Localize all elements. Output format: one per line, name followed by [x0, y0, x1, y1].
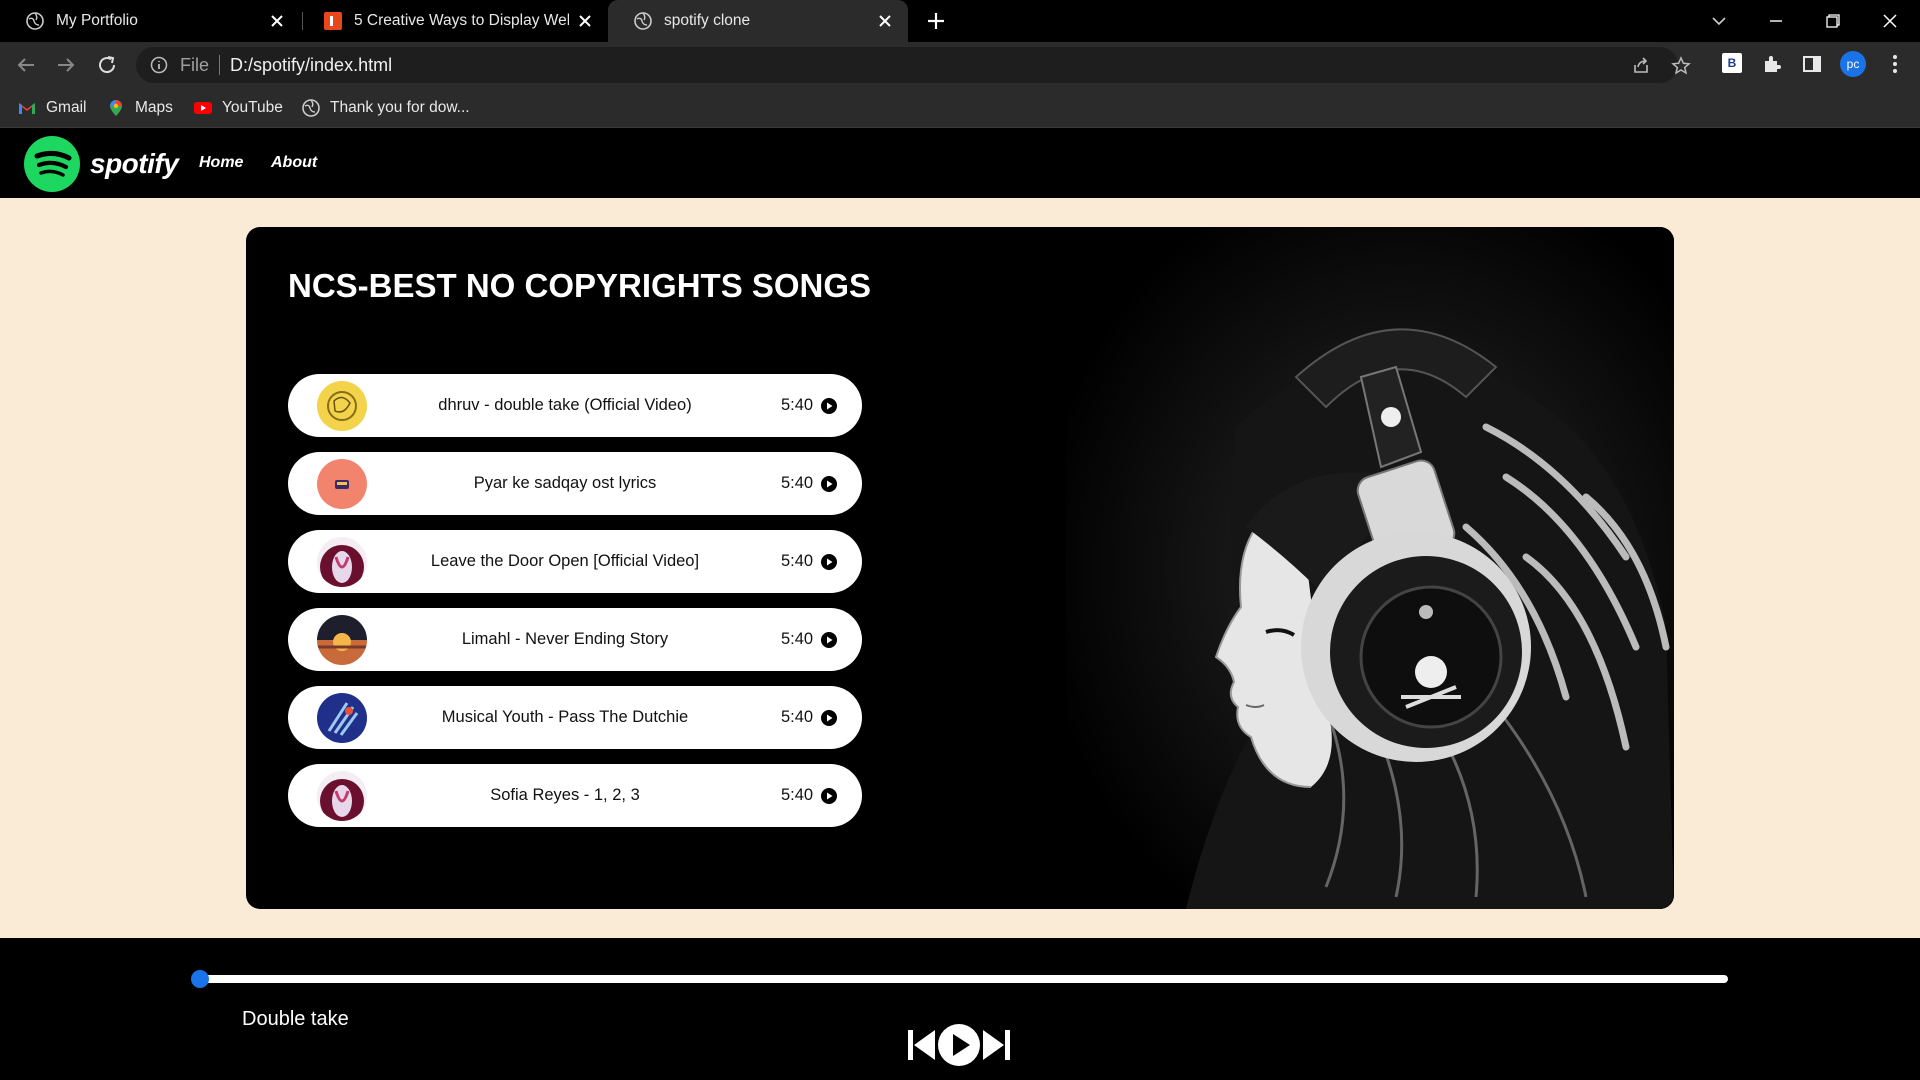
close-window-icon[interactable]	[1877, 8, 1903, 34]
page-title: NCS-BEST NO COPYRIGHTS SONGS	[288, 267, 872, 304]
extension-b-icon[interactable]: B	[1722, 53, 1742, 73]
youtube-icon	[194, 102, 212, 114]
play-button-icon[interactable]	[937, 1023, 981, 1067]
minimize-icon[interactable]	[1763, 8, 1789, 34]
browser-toolbar: File D:/spotify/index.html B pc	[0, 42, 1920, 88]
next-track-icon[interactable]	[982, 1028, 1010, 1062]
play-circle-icon[interactable]	[821, 398, 837, 414]
new-tab-icon[interactable]	[925, 10, 947, 32]
song-cover-image	[317, 537, 367, 587]
globe-icon	[302, 99, 320, 117]
extensions-puzzle-icon[interactable]	[1761, 53, 1783, 75]
play-circle-icon[interactable]	[821, 788, 837, 804]
song-list: dhruv - double take (Official Video) 5:4…	[288, 374, 862, 842]
globe-icon	[26, 12, 44, 30]
page-viewport: spotify Home About NCS-BEST NO COPYRIGHT…	[0, 129, 1920, 1080]
nav-home-link[interactable]: Home	[199, 154, 243, 172]
song-title: dhruv - double take (Official Video)	[438, 396, 692, 414]
bookmark-thank-you[interactable]: Thank you for dow...	[302, 97, 470, 119]
song-cover-image	[317, 771, 367, 821]
address-bar[interactable]: File D:/spotify/index.html	[136, 47, 1691, 83]
forward-icon[interactable]	[54, 53, 78, 77]
url-text[interactable]: D:/spotify/index.html	[230, 55, 392, 76]
song-duration: 5:40	[781, 708, 814, 726]
headphones-background-image	[1066, 227, 1674, 909]
song-duration: 5:40	[781, 786, 814, 804]
close-tab-icon[interactable]	[876, 12, 894, 30]
bookmark-label: Gmail	[46, 99, 87, 116]
progress-handle[interactable]	[191, 970, 209, 988]
tab-strip: My Portfolio 5 Creative Ways to Display …	[0, 0, 1920, 42]
maps-icon	[110, 100, 122, 116]
spotify-logo-icon	[24, 136, 80, 192]
song-duration: 5:40	[781, 552, 814, 570]
tab-spotify-clone[interactable]: spotify clone	[608, 0, 908, 42]
bookmark-maps[interactable]: Maps	[107, 97, 173, 119]
bookmark-gmail[interactable]: Gmail	[18, 97, 86, 119]
tab-creative-ways[interactable]: 5 Creative Ways to Display Web D	[298, 0, 608, 42]
song-cover-image	[317, 459, 367, 509]
song-cover-image	[317, 693, 367, 743]
site-navbar: spotify Home About	[0, 129, 1920, 198]
song-cover-image	[317, 615, 367, 665]
nav-about-link[interactable]: About	[271, 154, 317, 172]
previous-track-icon[interactable]	[908, 1028, 936, 1062]
gmail-icon	[19, 103, 35, 114]
bookmark-star-icon[interactable]	[1671, 56, 1691, 76]
song-item[interactable]: Pyar ke sadqay ost lyrics 5:40	[288, 452, 862, 515]
brand-wordmark: spotify	[90, 148, 179, 179]
tab-title: spotify clone	[664, 12, 751, 29]
song-duration: 5:40	[781, 474, 814, 492]
tab-title: My Portfolio	[56, 12, 138, 29]
song-title: Limahl - Never Ending Story	[461, 630, 669, 648]
side-panel-icon[interactable]	[1801, 53, 1823, 75]
tab-search-chevron-icon[interactable]	[1706, 8, 1732, 34]
site-favicon-icon	[324, 12, 342, 30]
play-circle-icon[interactable]	[821, 632, 837, 648]
song-title: Musical Youth - Pass The Dutchie	[441, 708, 689, 726]
menu-kebab-icon[interactable]	[1884, 53, 1906, 75]
scheme-label: File	[180, 54, 210, 75]
song-duration: 5:40	[781, 630, 814, 648]
play-circle-icon[interactable]	[821, 476, 837, 492]
bookmark-label: Thank you for dow...	[330, 99, 470, 116]
play-circle-icon[interactable]	[821, 710, 837, 726]
globe-icon	[634, 12, 652, 30]
progress-slider[interactable]	[200, 975, 1728, 983]
reload-icon[interactable]	[95, 53, 119, 77]
bookmark-label: YouTube	[222, 99, 283, 116]
song-cover-image	[317, 381, 367, 431]
share-icon[interactable]	[1631, 56, 1651, 76]
tab-title: 5 Creative Ways to Display Web D	[354, 12, 569, 29]
bookmarks-bar: Gmail Maps YouTube Thank you for dow...	[0, 88, 1920, 128]
restore-icon[interactable]	[1820, 8, 1846, 34]
song-duration: 5:40	[781, 396, 814, 414]
spotify-logo[interactable]: spotify	[24, 136, 179, 192]
song-title: Leave the Door Open [Official Video]	[430, 552, 700, 570]
now-playing-title: Double take	[242, 1008, 349, 1030]
profile-avatar[interactable]: pc	[1840, 51, 1866, 77]
close-tab-icon[interactable]	[268, 12, 286, 30]
bookmark-label: Maps	[135, 99, 173, 116]
song-title: Sofia Reyes - 1, 2, 3	[490, 786, 640, 804]
address-divider	[219, 55, 221, 75]
bookmark-youtube[interactable]: YouTube	[194, 97, 283, 119]
player-bar: Double take	[0, 938, 1920, 1080]
song-item[interactable]: Sofia Reyes - 1, 2, 3 5:40	[288, 764, 862, 827]
back-icon[interactable]	[14, 53, 38, 77]
song-item[interactable]: Musical Youth - Pass The Dutchie 5:40	[288, 686, 862, 749]
tab-my-portfolio[interactable]: My Portfolio	[0, 0, 300, 42]
play-circle-icon[interactable]	[821, 554, 837, 570]
song-item[interactable]: Leave the Door Open [Official Video] 5:4…	[288, 530, 862, 593]
song-item[interactable]: dhruv - double take (Official Video) 5:4…	[288, 374, 862, 437]
song-title: Pyar ke sadqay ost lyrics	[473, 474, 657, 492]
songs-container: NCS-BEST NO COPYRIGHTS SONGS dhruv - dou…	[246, 227, 1674, 909]
song-item[interactable]: Limahl - Never Ending Story 5:40	[288, 608, 862, 671]
close-tab-icon[interactable]	[576, 12, 594, 30]
info-icon[interactable]	[150, 56, 168, 74]
